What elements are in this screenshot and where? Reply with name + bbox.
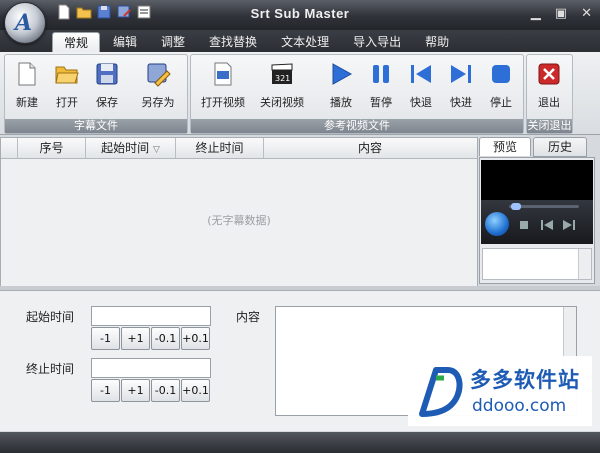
preview-list[interactable]: [482, 248, 592, 280]
tab-edit[interactable]: 编辑: [102, 32, 148, 52]
window-title: Srt Sub Master: [250, 6, 350, 21]
group-title-reference-video: 参考视频文件: [191, 119, 523, 133]
start-plus-0-1-button[interactable]: +0.1: [181, 327, 210, 350]
preview-scrollbar[interactable]: [578, 249, 591, 279]
player-previous-icon[interactable]: [541, 220, 553, 230]
end-plus-1-button[interactable]: +1: [121, 379, 150, 402]
watermark-en-text: ddooo.com: [472, 396, 567, 416]
play-button[interactable]: 播放: [321, 61, 361, 110]
tab-general[interactable]: 常规: [52, 32, 101, 53]
video-screen: [481, 160, 593, 200]
close-video-button[interactable]: 321 关闭视频: [255, 61, 309, 110]
group-title-subtitle-file: 字幕文件: [5, 119, 187, 133]
rewind-button[interactable]: 快退: [401, 61, 441, 110]
tab-adjust[interactable]: 调整: [150, 32, 196, 52]
maximize-icon[interactable]: ▣: [555, 6, 567, 21]
floppy-icon: [96, 63, 118, 85]
column-header-start-time[interactable]: 起始时间 ▽: [86, 138, 176, 158]
start-minus-1-button[interactable]: -1: [91, 327, 120, 350]
app-window: Srt Sub Master ▁ ▣ ✕ A 常规 编辑 调整 查找替换 文本处…: [0, 0, 600, 453]
new-file-icon: [18, 62, 36, 86]
pause-button[interactable]: 暂停: [361, 61, 401, 110]
watermark: 多多软件站 ddooo.com: [408, 356, 592, 426]
end-minus-0-1-button[interactable]: -0.1: [151, 379, 180, 402]
clapper-icon: 321: [271, 63, 293, 84]
preview-tabs: 预览 历史: [479, 137, 599, 157]
tab-import-export[interactable]: 导入导出: [342, 32, 412, 52]
close-icon[interactable]: ✕: [581, 6, 592, 21]
status-bar: [0, 432, 600, 453]
play-icon: [332, 63, 353, 85]
rewind-icon: [411, 65, 431, 83]
watermark-logo-icon: [419, 367, 463, 417]
open-folder-icon: [55, 66, 79, 84]
pause-icon: [373, 65, 389, 83]
fast-forward-button[interactable]: 快进: [441, 61, 481, 110]
open-video-icon: [214, 62, 232, 86]
save-button[interactable]: 保存: [87, 61, 127, 110]
group-title-close-exit: 关闭退出: [527, 119, 572, 133]
watermark-cn-text: 多多软件站: [470, 368, 580, 392]
end-plus-0-1-button[interactable]: +0.1: [181, 379, 210, 402]
app-logo-icon: A: [15, 10, 33, 36]
content-label: 内容: [236, 310, 261, 324]
end-time-input[interactable]: [91, 358, 211, 378]
end-minus-1-button[interactable]: -1: [91, 379, 120, 402]
tab-preview[interactable]: 预览: [479, 137, 531, 156]
app-menu-orb[interactable]: A: [4, 2, 46, 44]
stop-icon: [492, 65, 510, 83]
empty-table-message: (无字幕数据): [207, 214, 271, 227]
window-controls: ▁ ▣ ✕: [531, 6, 592, 21]
column-header-index[interactable]: 序号: [18, 138, 86, 158]
open-button[interactable]: 打开: [47, 61, 87, 110]
stop-button[interactable]: 停止: [481, 61, 521, 110]
table-header: 序号 起始时间 ▽ 终止时间 内容: [1, 138, 477, 159]
column-header-content[interactable]: 内容: [264, 138, 476, 158]
subtitle-table[interactable]: 序号 起始时间 ▽ 终止时间 内容 (无字幕数据): [0, 137, 478, 288]
svg-text:321: 321: [275, 74, 290, 83]
sort-arrow-icon: ▽: [152, 145, 160, 155]
player-stop-icon[interactable]: [519, 220, 529, 230]
minimize-icon[interactable]: ▁: [531, 6, 541, 21]
start-time-label: 起始时间: [26, 310, 75, 324]
fast-forward-icon: [451, 65, 471, 83]
exit-button[interactable]: 退出: [529, 61, 569, 110]
group-reference-video: 打开视频 321 关闭视频 播放 暂停 快退 快进 停止 参考视频文件: [190, 54, 524, 134]
tab-history[interactable]: 历史: [533, 137, 587, 157]
media-player: [481, 200, 593, 244]
header-selector[interactable]: [1, 138, 18, 158]
open-video-button[interactable]: 打开视频: [197, 61, 249, 110]
end-time-label: 终止时间: [26, 362, 75, 376]
group-close-exit: 退出 关闭退出: [526, 54, 573, 134]
ribbon-tab-bar: 常规 编辑 调整 查找替换 文本处理 导入导出 帮助: [0, 30, 600, 53]
start-time-input[interactable]: [91, 306, 211, 326]
tab-help[interactable]: 帮助: [414, 32, 460, 52]
exit-icon: [538, 63, 560, 85]
start-minus-0-1-button[interactable]: -0.1: [151, 327, 180, 350]
tab-find-replace[interactable]: 查找替换: [198, 32, 268, 52]
group-subtitle-file: 新建 打开 保存 另存为 字幕文件: [4, 54, 188, 134]
save-as-pencil-icon: [147, 63, 171, 87]
player-next-icon[interactable]: [563, 220, 575, 230]
title-bar: Srt Sub Master ▁ ▣ ✕: [0, 0, 600, 30]
preview-panel: [479, 157, 595, 284]
start-plus-1-button[interactable]: +1: [121, 327, 150, 350]
save-as-button[interactable]: 另存为: [135, 61, 181, 110]
column-header-end-time[interactable]: 终止时间: [176, 138, 264, 158]
new-button[interactable]: 新建: [7, 61, 47, 110]
ribbon: 新建 打开 保存 另存为 字幕文件 打开视频 321 关闭视频 播放 暂停 快退…: [0, 52, 600, 135]
player-play-button[interactable]: [485, 212, 509, 236]
tab-text-processing[interactable]: 文本处理: [270, 32, 340, 52]
seek-thumb[interactable]: [511, 203, 521, 210]
